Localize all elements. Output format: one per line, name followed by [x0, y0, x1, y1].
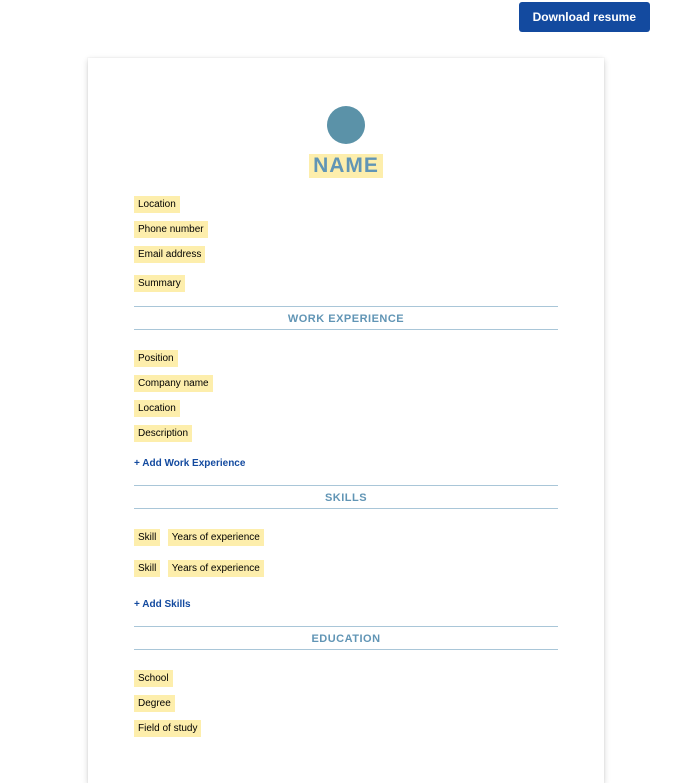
- skill-name-field[interactable]: Skill: [134, 529, 160, 546]
- education-school-field[interactable]: School: [134, 670, 173, 687]
- work-description-field[interactable]: Description: [134, 425, 192, 442]
- skill-years-field[interactable]: Years of experience: [168, 560, 264, 577]
- skill-row: Skill Years of experience: [134, 558, 558, 577]
- divider: [134, 508, 558, 509]
- education-degree-field[interactable]: Degree: [134, 695, 175, 712]
- education-field-of-study-field[interactable]: Field of study: [134, 720, 201, 737]
- divider: [134, 649, 558, 650]
- work-company-field[interactable]: Company name: [134, 375, 213, 392]
- add-work-experience-link[interactable]: + Add Work Experience: [134, 458, 245, 469]
- work-experience-heading: WORK EXPERIENCE: [134, 313, 558, 325]
- add-skills-link[interactable]: + Add Skills: [134, 599, 191, 610]
- work-location-field[interactable]: Location: [134, 400, 180, 417]
- skills-heading: SKILLS: [134, 492, 558, 504]
- topbar: Download resume: [519, 0, 650, 32]
- divider: [134, 485, 558, 486]
- divider: [134, 329, 558, 330]
- name-row: NAME: [134, 154, 558, 178]
- avatar-placeholder[interactable]: [327, 106, 365, 144]
- skill-name-field[interactable]: Skill: [134, 560, 160, 577]
- skill-years-field[interactable]: Years of experience: [168, 529, 264, 546]
- email-field[interactable]: Email address: [134, 246, 205, 263]
- summary-field[interactable]: Summary: [134, 275, 185, 292]
- work-position-field[interactable]: Position: [134, 350, 178, 367]
- location-field[interactable]: Location: [134, 196, 180, 213]
- download-resume-button[interactable]: Download resume: [519, 2, 650, 32]
- name-field[interactable]: NAME: [309, 154, 383, 178]
- divider: [134, 306, 558, 307]
- resume-page: NAME Location Phone number Email address…: [88, 58, 604, 783]
- education-heading: EDUCATION: [134, 633, 558, 645]
- phone-field[interactable]: Phone number: [134, 221, 208, 238]
- skill-row: Skill Years of experience: [134, 527, 558, 546]
- divider: [134, 626, 558, 627]
